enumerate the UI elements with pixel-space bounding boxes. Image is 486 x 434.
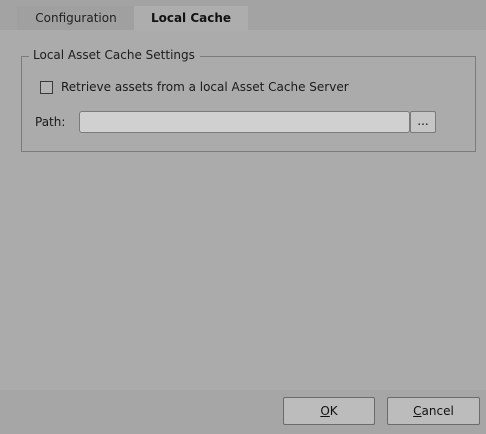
ok-mnemonic: O [320,404,330,418]
ok-button[interactable]: OK [283,397,375,425]
cancel-mnemonic: C [413,404,422,418]
tab-configuration[interactable]: Configuration [17,6,135,30]
dialog-window: Configuration Local Cache Local Asset Ca… [0,0,486,434]
tab-strip: Configuration Local Cache [0,0,486,30]
path-input[interactable] [79,111,410,133]
local-asset-cache-group [21,56,476,152]
tab-local-cache[interactable]: Local Cache [134,6,248,30]
retrieve-assets-option[interactable]: Retrieve assets from a local Asset Cache… [40,78,349,96]
browse-button[interactable]: ... [410,111,436,133]
retrieve-assets-label[interactable]: Retrieve assets from a local Asset Cache… [61,78,349,96]
retrieve-assets-checkbox[interactable] [40,80,53,94]
ok-label-rest: K [329,404,338,418]
cancel-button[interactable]: Cancel [387,397,480,425]
cancel-label-rest: ancel [421,404,454,418]
path-label: Path: [35,115,66,129]
group-title: Local Asset Cache Settings [29,46,200,64]
